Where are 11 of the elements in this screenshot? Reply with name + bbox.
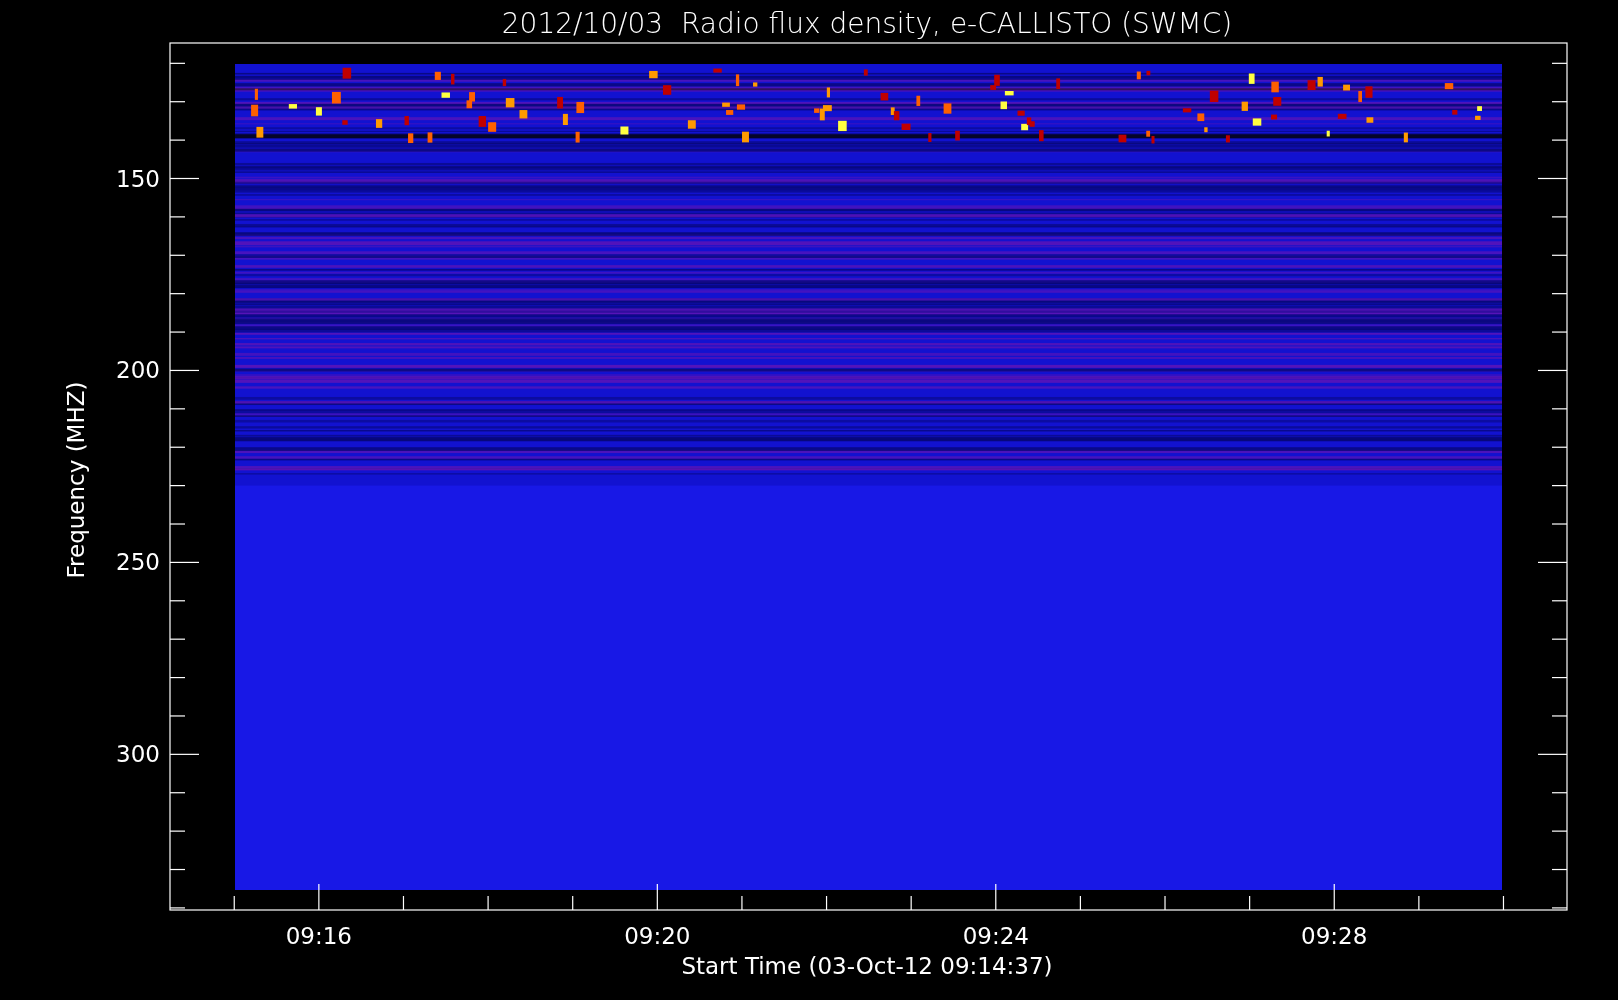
y-tick-label: 250 xyxy=(116,549,160,576)
x-tick-label: 09:24 xyxy=(962,923,1029,949)
y-tick-label: 300 xyxy=(116,741,160,768)
x-tick-label: 09:20 xyxy=(624,923,691,949)
x-tick-label: 09:16 xyxy=(285,923,352,949)
y-tick-label: 150 xyxy=(116,165,160,192)
y-axis-label: Frequency (MHZ) xyxy=(63,381,89,579)
x-tick-label: 09:28 xyxy=(1301,923,1368,949)
y-tick-label: 200 xyxy=(116,357,160,384)
chart-title: 2012/10/03 Radio flux density, e-CALLISTO (SWMC) xyxy=(501,7,1233,40)
x-axis-label: Start Time (03-Oct-12 09:14:37) xyxy=(681,953,1053,979)
